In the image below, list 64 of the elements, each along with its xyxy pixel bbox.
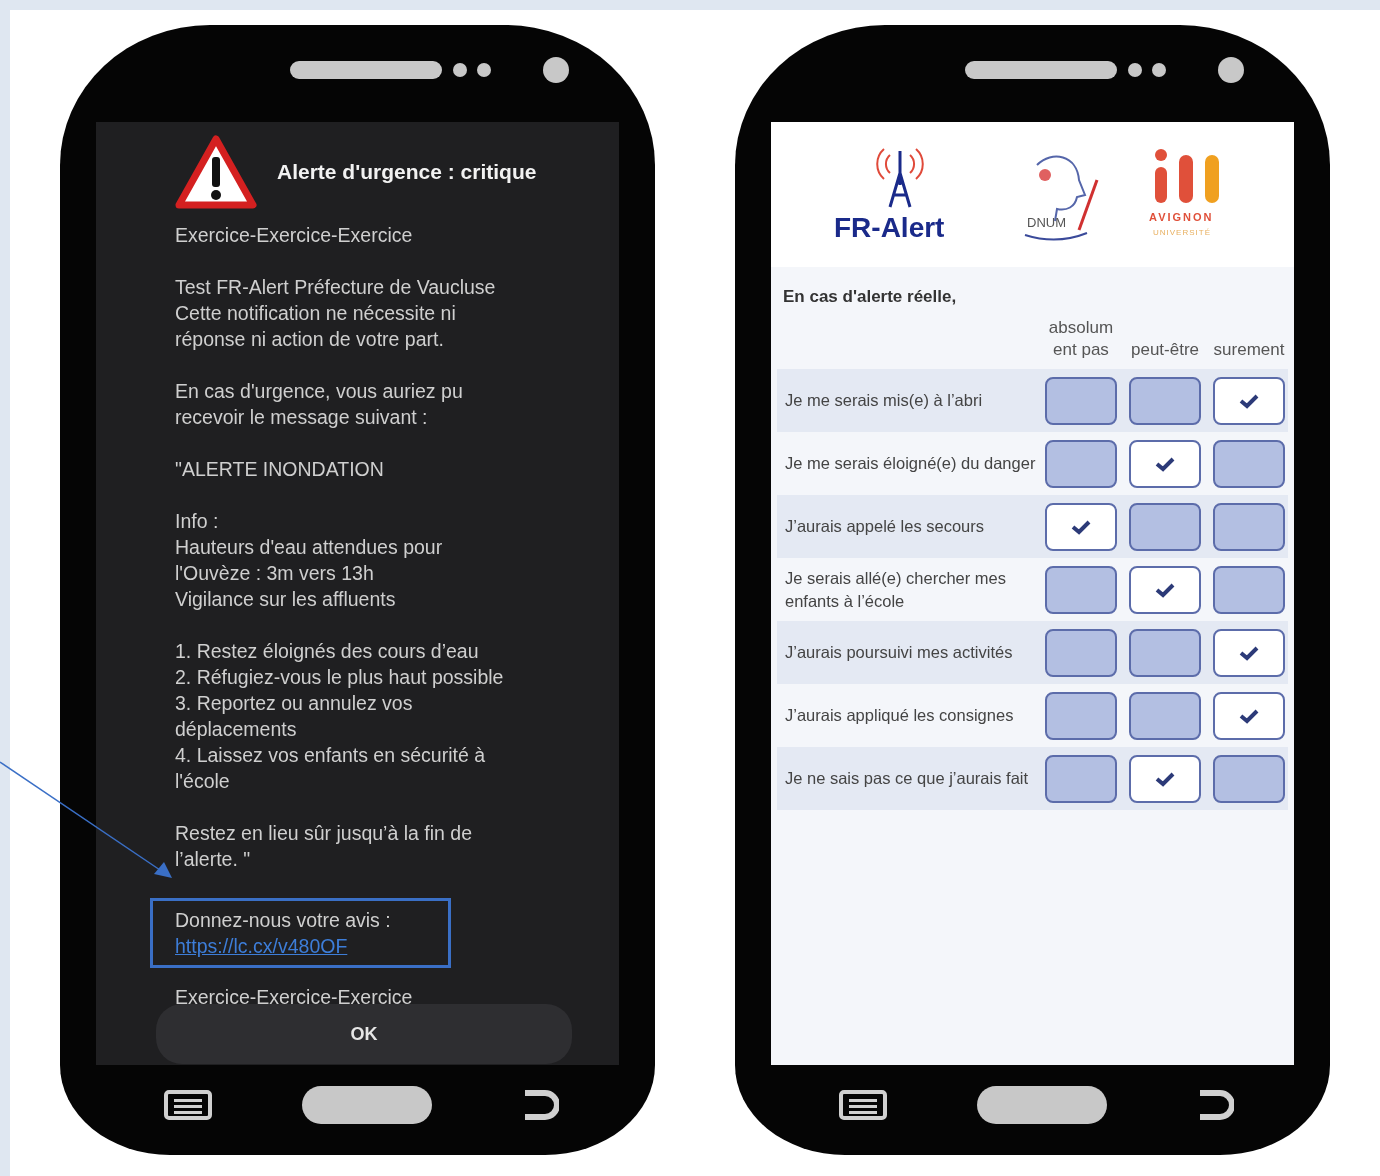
choice-checkbox[interactable]	[1045, 628, 1117, 677]
check-icon	[1238, 707, 1260, 724]
check-icon	[1154, 581, 1176, 598]
choice-checkbox[interactable]	[1129, 502, 1201, 551]
dnum-logo: DNUM	[1007, 144, 1108, 245]
check-icon	[1238, 392, 1260, 409]
menu-icon[interactable]	[164, 1090, 212, 1120]
choice-checkbox[interactable]	[1213, 691, 1285, 740]
choice-checkbox[interactable]	[1129, 376, 1201, 425]
sensor-dot	[453, 63, 467, 77]
warning-icon	[175, 135, 257, 209]
choice-checkbox[interactable]	[1213, 628, 1285, 677]
choice-checkbox[interactable]	[1129, 628, 1201, 677]
home-button[interactable]	[976, 1086, 1107, 1124]
alert-text: Info : Hauteurs d'eau attendues pour l'Ouvèze : 3m vers 13h Vigilance sur les affluents	[175, 509, 444, 612]
check-icon	[1070, 518, 1092, 535]
choice-checkbox[interactable]	[1129, 565, 1201, 614]
ok-button[interactable]: OK	[156, 1004, 572, 1064]
row-label: Je ne sais pas ce que j’aurais fait	[784, 768, 1030, 789]
choice-checkbox[interactable]	[1213, 754, 1285, 803]
choice-checkbox[interactable]	[1045, 754, 1117, 803]
alert-text: Restez en lieu sûr jusqu’à la fin de l’alerte. "	[175, 821, 473, 872]
choice-checkbox[interactable]	[1213, 439, 1285, 488]
choice-checkbox[interactable]	[1129, 439, 1201, 488]
alert-title: Alerte d'urgence : critique	[277, 160, 537, 184]
column-header: absolum ent pas	[1047, 317, 1115, 361]
avignon-logo: AVIGNON UNIVERSITÉ	[1145, 144, 1236, 245]
row-label: Je me serais éloigné(e) du danger	[784, 453, 1037, 474]
survey-heading: En cas d'alerte réelle,	[782, 286, 958, 308]
sensor-dot	[1128, 63, 1142, 77]
camera-lens	[1218, 57, 1244, 83]
row-label: J’aurais poursuivi mes activités	[784, 642, 1014, 663]
row-label: Je me serais mis(e) à l’abri	[784, 390, 984, 411]
alert-text: En cas d'urgence, vous auriez pu recevoir le message suivant :	[175, 379, 464, 430]
choice-checkbox[interactable]	[1129, 754, 1201, 803]
column-header: peut-être	[1129, 339, 1200, 361]
alert-text: Exercice-Exercice-Exercice	[175, 223, 414, 248]
check-icon	[1238, 644, 1260, 661]
column-header: surement	[1212, 339, 1286, 361]
row-label: J’aurais appliqué les consignes	[784, 705, 1015, 726]
choice-checkbox[interactable]	[1045, 691, 1117, 740]
choice-checkbox[interactable]	[1213, 376, 1285, 425]
alert-text: "ALERTE INONDATION	[175, 457, 385, 482]
fr-alert-logo: FR-Alert	[829, 144, 970, 245]
check-icon	[1154, 770, 1176, 787]
choice-checkbox[interactable]	[1045, 502, 1117, 551]
sensor-dot	[477, 63, 491, 77]
alert-text: Test FR-Alert Préfecture de Vaucluse Cette notification ne nécessite ni réponse ni action de votre part.	[175, 275, 497, 352]
survey-link[interactable]: https://lc.cx/v480OF	[175, 935, 348, 957]
alert-text: 1. Restez éloignés des cours d’eau 2. Réfugiez-vous le plus haut possible 3. Reportez ou annulez vos déplacements 4. Laissez vos enfants en sécurité à l'école	[175, 639, 505, 794]
choice-checkbox[interactable]	[1213, 502, 1285, 551]
check-icon	[1154, 455, 1176, 472]
choice-checkbox[interactable]	[1045, 376, 1117, 425]
home-button[interactable]	[301, 1086, 432, 1124]
sensor-dot	[1152, 63, 1166, 77]
row-label: Je serais allé(e) chercher mes enfants à l’école	[784, 567, 1007, 612]
menu-icon[interactable]	[839, 1090, 887, 1120]
camera-lens	[543, 57, 569, 83]
choice-checkbox[interactable]	[1045, 439, 1117, 488]
row-label: J’aurais appelé les secours	[784, 516, 986, 537]
choice-checkbox[interactable]	[1129, 691, 1201, 740]
choice-checkbox[interactable]	[1213, 565, 1285, 614]
choice-checkbox[interactable]	[1045, 565, 1117, 614]
feedback-text: Donnez-nous votre avis :	[175, 908, 392, 933]
